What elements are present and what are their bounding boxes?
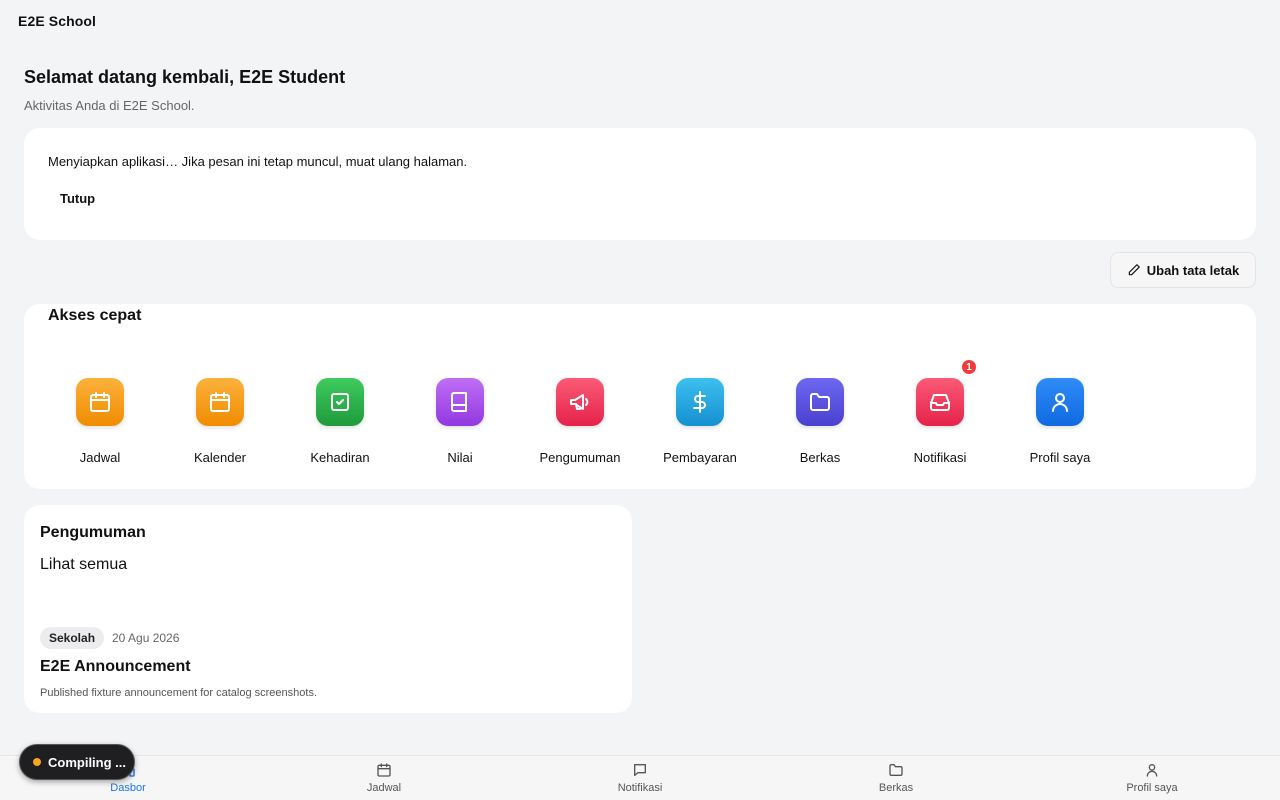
tab-label: Profil saya <box>1126 782 1178 794</box>
quick-item-label: Jadwal <box>79 450 121 465</box>
close-notice-button[interactable]: Tutup <box>48 186 107 210</box>
announcement-category-tag: Sekolah <box>40 627 105 649</box>
quick-tile <box>196 378 244 426</box>
page-title: Selamat datang kembali, E2E Student <box>24 67 346 87</box>
quick-tile <box>676 378 724 426</box>
megaphone-icon <box>570 394 589 410</box>
tab-label: Dasbor <box>110 782 146 794</box>
quick-item-label: Pembayaran <box>663 450 737 465</box>
tab-label: Jadwal <box>366 782 402 794</box>
inbox-icon <box>930 394 950 411</box>
check-square-icon <box>331 393 349 411</box>
quick-item-label: Notifikasi <box>913 450 967 465</box>
quick-tile: 1 <box>916 358 978 426</box>
tab-berkas[interactable]: Berkas <box>768 756 1024 800</box>
quick-item-pengumuman[interactable]: Pengumuman <box>520 378 640 478</box>
dollar-icon <box>693 391 706 413</box>
quick-item-label: Profil saya <box>1029 450 1091 465</box>
loading-notice-card: Menyiapkan aplikasi… Jika pesan ini teta… <box>24 128 1256 240</box>
announcement-headline[interactable]: E2E Announcement <box>40 658 191 676</box>
tab-notifikasi[interactable]: Notifikasi <box>512 756 768 800</box>
pencil-icon <box>1128 264 1140 276</box>
book-icon <box>451 392 467 412</box>
quick-item-label: Pengumuman <box>539 450 621 465</box>
quick-item-label: Kalender <box>193 450 247 465</box>
page-subtitle: Aktivitas Anda di E2E School. <box>24 98 195 113</box>
quick-item-notifikasi[interactable]: 1 Notifikasi <box>880 358 1000 478</box>
quick-item-nilai[interactable]: Nilai <box>400 378 520 478</box>
quick-tile <box>796 378 844 426</box>
quick-item-kalender[interactable]: Kalender <box>160 378 280 478</box>
tab-label: Notifikasi <box>617 782 663 794</box>
quick-item-kehadiran[interactable]: Kehadiran <box>280 378 400 478</box>
compiling-label: Compiling ... <box>48 754 126 770</box>
user-icon <box>1052 393 1068 412</box>
user-icon <box>1146 764 1158 777</box>
quick-item-profil-saya[interactable]: Profil saya <box>1000 378 1120 478</box>
tab-jadwal[interactable]: Jadwal <box>256 756 512 800</box>
quick-access-title: Akses cepat <box>48 307 142 324</box>
notification-count-badge: 1 <box>960 358 978 376</box>
quick-item-label: Nilai <box>447 450 473 465</box>
calendar-icon <box>90 392 110 412</box>
announcement-description: Published fixture announcement for catal… <box>40 687 317 699</box>
quick-tile <box>556 378 604 426</box>
quick-item-jadwal[interactable]: Jadwal <box>40 378 160 478</box>
tab-profil-saya[interactable]: Profil saya <box>1024 756 1280 800</box>
announcements-card: Pengumuman Lihat semua Sekolah 20 Agu 20… <box>24 505 632 713</box>
quick-access-card: Akses cepat Jadwal Kalender Kehadiran Ni… <box>24 304 1256 489</box>
tab-label: Berkas <box>878 782 914 794</box>
quick-item-label: Berkas <box>799 450 841 465</box>
calendar-icon <box>210 392 230 412</box>
quick-tile <box>316 378 364 426</box>
quick-item-label: Kehadiran <box>310 450 370 465</box>
chat-icon <box>634 764 646 776</box>
see-all-link[interactable]: Lihat semua <box>40 556 127 574</box>
quick-tile <box>76 378 124 426</box>
status-dot <box>33 758 41 766</box>
folder-icon <box>810 393 830 411</box>
app-title: E2E School <box>18 13 97 29</box>
edit-layout-label: Ubah tata letak <box>1146 262 1240 278</box>
quick-tile <box>1036 378 1084 426</box>
bottom-tab-bar: Dasbor Jadwal Notifikasi Berkas Profil s… <box>0 755 1280 800</box>
quick-tile <box>436 378 484 426</box>
compiling-toast[interactable]: Compiling ... <box>19 744 135 780</box>
folder-icon <box>889 764 903 776</box>
notice-message: Menyiapkan aplikasi… Jika pesan ini teta… <box>48 154 468 169</box>
announcement-date: 20 Agu 2026 <box>112 631 180 645</box>
edit-layout-button[interactable]: Ubah tata letak <box>1110 252 1256 288</box>
quick-item-berkas[interactable]: Berkas <box>760 378 880 478</box>
announcements-title: Pengumuman <box>40 524 146 541</box>
quick-item-pembayaran[interactable]: Pembayaran <box>640 378 760 478</box>
calendar-icon <box>377 763 391 777</box>
